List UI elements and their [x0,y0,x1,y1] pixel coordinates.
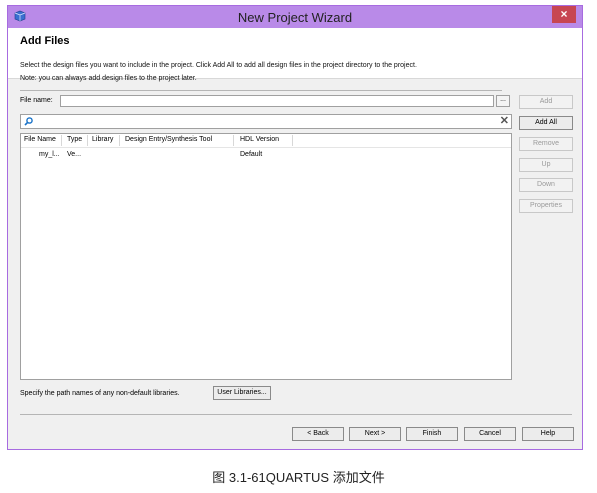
user-libraries-button[interactable]: User Libraries... [213,386,271,400]
cell-type: Ve... [67,151,82,158]
files-table: File Name Type Library Design Entry/Synt… [20,133,512,380]
column-type[interactable]: Type [67,136,82,147]
file-name-label: File name: [20,97,53,104]
column-divider [233,135,234,146]
column-file-name[interactable]: File Name [24,136,56,147]
down-button[interactable]: Down [519,178,573,192]
column-hdl-version[interactable]: HDL Version [240,136,279,147]
column-tool[interactable]: Design Entry/Synthesis Tool [125,136,212,147]
cell-hdl-version: Default [240,151,263,158]
wizard-window: New Project Wizard × Add Files Select th… [7,5,583,450]
page-description: Select the design files you want to incl… [20,62,417,69]
column-divider [292,135,293,146]
divider [20,414,572,415]
finish-button[interactable]: Finish [406,427,458,441]
figure-caption: 图 3.1-61QUARTUS 添加文件 [212,470,385,485]
divider [20,90,502,91]
table-header: File Name Type Library Design Entry/Synt… [21,134,511,148]
window-title: New Project Wizard [237,10,353,25]
libraries-label: Specify the path names of any non-defaul… [20,390,180,397]
clear-search-icon[interactable]: ✕ [500,115,509,128]
file-name-input[interactable] [60,95,494,107]
help-button[interactable]: Help [522,427,574,441]
column-divider [119,135,120,146]
browse-button[interactable]: ... [496,95,510,107]
remove-button[interactable]: Remove [519,137,573,151]
page-title: Add Files [20,35,70,47]
search-icon [24,117,33,126]
column-divider [61,135,62,146]
back-button[interactable]: < Back [292,427,344,441]
cell-file-name: my_l... [39,151,60,158]
add-all-button[interactable]: Add All [519,116,573,130]
cancel-button[interactable]: Cancel [464,427,516,441]
up-button[interactable]: Up [519,158,573,172]
next-button[interactable]: Next > [349,427,401,441]
properties-button[interactable]: Properties [519,199,573,213]
column-library[interactable]: Library [92,136,113,147]
search-input[interactable]: ✕ [20,114,512,129]
wizard-header: Add Files Select the design files you wa… [8,28,582,79]
page-note: Note: you can always add design files to… [20,75,197,82]
close-button[interactable]: × [552,6,576,23]
title-bar: New Project Wizard × [8,6,582,29]
column-divider [87,135,88,146]
add-button[interactable]: Add [519,95,573,109]
